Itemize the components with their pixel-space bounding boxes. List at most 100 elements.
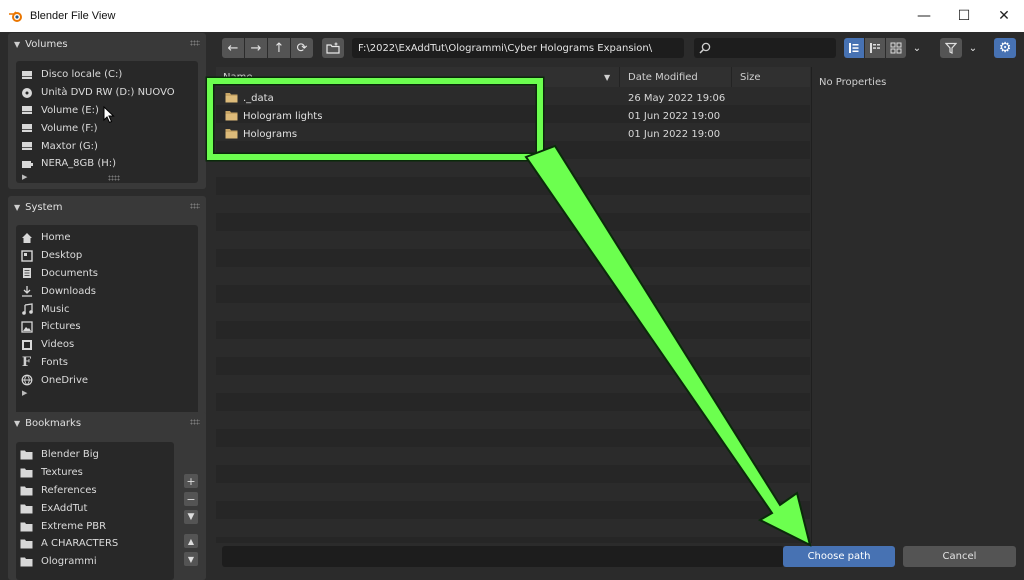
forward-button[interactable]: →	[245, 38, 267, 58]
onedrive-icon	[20, 374, 33, 387]
file-name: Holograms	[243, 128, 298, 140]
bookmark-item[interactable]: Extreme PBR	[16, 517, 174, 535]
move-bookmark-up-button[interactable]: ▲	[184, 534, 198, 548]
volume-label: Disco locale (C:)	[41, 69, 123, 81]
refresh-button[interactable]: ⟳	[291, 38, 313, 58]
add-bookmark-button[interactable]: +	[184, 474, 198, 488]
bookmark-label: Blender Big	[41, 449, 99, 461]
file-row[interactable]: Holograms 01 Jun 2022 19:00	[216, 125, 810, 143]
file-date: 01 Jun 2022 19:00	[628, 110, 721, 122]
file-browser-toolbar: ← → ↑ ⟳ F:\2022\ExAddTut\Ologrammi\Cyber…	[212, 32, 1024, 66]
bookmark-label: References	[41, 484, 97, 496]
bookmark-label: Ologrammi	[41, 556, 97, 568]
move-bookmark-down-button[interactable]: ▼	[184, 552, 198, 566]
filter-settings-dropdown[interactable]: ⌄	[964, 38, 982, 58]
expand-triangle-icon[interactable]: ▶	[22, 173, 27, 181]
file-list[interactable]: Name ▼ Date Modified Size ._data 26 May …	[216, 67, 810, 543]
bookmark-item[interactable]: Textures	[16, 464, 174, 482]
list-resize-row[interactable]: ▶	[16, 389, 198, 399]
system-item-onedrive[interactable]: OneDrive	[16, 371, 198, 389]
column-date-header[interactable]: Date Modified	[628, 67, 698, 87]
system-item-fonts[interactable]: F Fonts	[16, 354, 198, 372]
new-folder-button[interactable]	[322, 38, 344, 58]
column-header-row: Name ▼ Date Modified Size	[216, 67, 810, 87]
system-panel-header[interactable]: ▼ System	[8, 196, 206, 218]
horizontal-list-view-button[interactable]	[865, 38, 885, 58]
maximize-button[interactable]: ☐	[944, 0, 984, 32]
file-row[interactable]: ._data 26 May 2022 19:06	[216, 89, 810, 107]
volumes-panel-header[interactable]: ▼ Volumes	[8, 33, 206, 55]
parent-directory-button[interactable]: ↑	[268, 38, 290, 58]
directory-path-field[interactable]: F:\2022\ExAddTut\Ologrammi\Cyber Hologra…	[352, 38, 684, 58]
bookmark-item[interactable]: A CHARACTERS	[16, 535, 174, 553]
settings-gear-button[interactable]: ⚙	[994, 38, 1016, 58]
cancel-button[interactable]: Cancel	[903, 546, 1016, 567]
system-header-label: System	[25, 201, 63, 213]
bookmark-item[interactable]: ExAddTut	[16, 499, 174, 517]
volume-item-c[interactable]: Disco locale (C:)	[16, 66, 198, 84]
system-item-pictures[interactable]: Pictures	[16, 318, 198, 336]
list-resize-row[interactable]: ▶	[16, 173, 198, 183]
drag-grip-icon[interactable]	[190, 40, 200, 46]
filter-search-input[interactable]	[694, 38, 836, 58]
window-title-bar: Blender File View — ☐ ✕	[0, 0, 1024, 32]
bookmark-item[interactable]: References	[16, 482, 174, 500]
documents-icon	[20, 267, 33, 280]
volume-label: Maxtor (G:)	[41, 140, 98, 152]
close-button[interactable]: ✕	[984, 0, 1024, 32]
vertical-list-view-button[interactable]	[844, 38, 864, 58]
sort-triangle-icon[interactable]: ▼	[604, 67, 610, 87]
volume-item-h[interactable]: NERA_8GB (H:)	[16, 155, 198, 173]
volume-item-d[interactable]: Unità DVD RW (D:) NUOVO	[16, 84, 198, 102]
folder-icon	[20, 466, 33, 479]
system-item-label: Music	[41, 303, 70, 315]
filename-input[interactable]	[222, 546, 784, 567]
system-item-label: OneDrive	[41, 374, 89, 386]
expand-triangle-icon[interactable]: ▶	[22, 389, 27, 397]
display-settings-dropdown[interactable]: ⌄	[908, 38, 926, 58]
system-item-desktop[interactable]: Desktop	[16, 247, 198, 265]
resize-grip-icon[interactable]	[108, 174, 120, 181]
bookmark-item[interactable]: Ologrammi	[16, 553, 174, 571]
folder-icon	[20, 448, 33, 461]
chevron-down-icon: ⌄	[912, 42, 922, 54]
choose-path-button[interactable]: Choose path	[783, 546, 895, 567]
file-row[interactable]: Hologram lights 01 Jun 2022 19:00	[216, 107, 810, 125]
drive-icon	[20, 68, 33, 81]
bookmark-label: Textures	[41, 467, 83, 479]
filter-toggle-button[interactable]	[940, 38, 962, 58]
system-item-label: Home	[41, 232, 71, 244]
column-size-header[interactable]: Size	[740, 67, 761, 87]
drive-icon	[20, 104, 33, 117]
bookmarks-header-label: Bookmarks	[25, 417, 82, 429]
bookmark-menu-button[interactable]: ▼	[184, 510, 198, 524]
drag-grip-icon[interactable]	[190, 419, 200, 425]
system-item-home[interactable]: Home	[16, 229, 198, 247]
back-button[interactable]: ←	[222, 38, 244, 58]
bookmark-label: A CHARACTERS	[41, 538, 119, 550]
bookmarks-list: Blender Big Textures References ExAddTut…	[16, 442, 174, 580]
file-date: 01 Jun 2022 19:00	[628, 128, 721, 140]
system-item-music[interactable]: Music	[16, 300, 198, 318]
bookmarks-panel: ▼ Bookmarks Blender Big Textures Referen…	[8, 412, 206, 580]
thumbnail-view-button[interactable]	[886, 38, 906, 58]
fonts-icon: F	[21, 354, 32, 370]
bookmarks-panel-header[interactable]: ▼ Bookmarks	[8, 412, 206, 434]
column-name-header[interactable]: Name	[223, 67, 253, 87]
remove-bookmark-button[interactable]: −	[184, 492, 198, 506]
videos-icon	[20, 338, 33, 351]
desktop-icon	[20, 249, 33, 262]
volume-item-g[interactable]: Maxtor (G:)	[16, 137, 198, 155]
system-item-documents[interactable]: Documents	[16, 265, 198, 283]
system-item-label: Videos	[41, 339, 75, 351]
drag-grip-icon[interactable]	[190, 203, 200, 209]
system-item-videos[interactable]: Videos	[16, 336, 198, 354]
system-item-downloads[interactable]: Downloads	[16, 282, 198, 300]
bookmark-item[interactable]: Blender Big	[16, 446, 174, 464]
minimize-button[interactable]: —	[904, 0, 944, 32]
volume-label: NERA_8GB (H:)	[41, 158, 117, 170]
folder-icon	[20, 484, 33, 497]
file-name: ._data	[243, 92, 274, 104]
volumes-header-label: Volumes	[25, 38, 68, 50]
horizontal-list-icon	[870, 43, 880, 53]
